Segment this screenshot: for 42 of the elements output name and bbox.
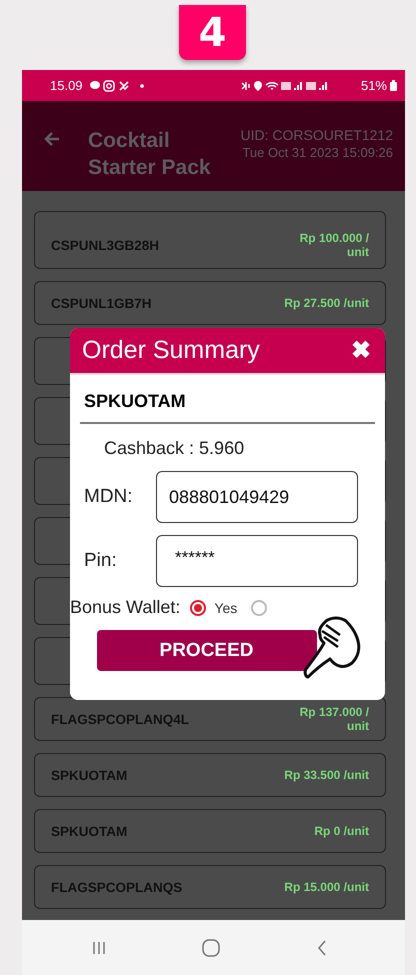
step-badge: 4 — [179, 5, 246, 60]
date-time: Tue Oct 31 2023 15:09:26 — [241, 144, 393, 161]
product-card[interactable]: FLAGSPCOPLANQS Rp 15.000 /unit — [34, 865, 386, 909]
product-price: Rp 33.500 /unit — [284, 768, 369, 782]
product-name: CSPUNL1GB7H — [51, 296, 152, 310]
input-field[interactable]: ****** — [156, 535, 358, 587]
product-name: FLAGSPCOPLANQS — [51, 880, 182, 894]
radio-button[interactable] — [190, 600, 206, 616]
product-card[interactable]: CSPUNL1GB7H Rp 27.500 /unit — [34, 281, 386, 325]
proceed-button[interactable]: PROCEED — [96, 630, 316, 671]
product-price: Rp 27.500 /unit — [284, 296, 369, 310]
input-field[interactable]: 088801049429 — [156, 471, 358, 523]
product-name: SPKUOTAM — [51, 824, 128, 838]
product-name: SPKUOTAM — [80, 375, 375, 424]
close-button[interactable]: ✖ — [351, 336, 371, 365]
back-arrow-icon[interactable] — [44, 131, 60, 147]
dialog-title: Order Summary — [82, 336, 260, 365]
product-name: SPKUOTAM — [51, 768, 128, 782]
product-price: Rp 15.000 /unit — [284, 880, 369, 894]
product-name: CSPUNL3GB28H — [51, 238, 160, 252]
radio-label: Yes — [214, 600, 238, 616]
home-icon[interactable] — [202, 938, 220, 956]
battery-icon — [390, 80, 397, 91]
status-time: 15.09 — [50, 78, 83, 93]
back-icon[interactable] — [316, 940, 327, 956]
product-card[interactable]: SPKUOTAM Rp 33.500 /unit — [34, 753, 386, 797]
field-label: Pin: — [83, 550, 118, 572]
product-card[interactable]: SPKUOTAM Rp 0 /unit — [34, 809, 386, 853]
product-price: Rp 137.000 / unit — [300, 705, 369, 733]
screen-title: Cocktail Starter Pack — [88, 128, 212, 181]
product-card[interactable]: CSPUNL3GB28H Rp 100.000 / unit — [34, 211, 386, 269]
product-price: Rp 0 /unit — [314, 824, 369, 838]
radio-button[interactable] — [251, 600, 268, 616]
product-price: Rp 100.000 / unit — [300, 231, 369, 259]
battery-percent: 51% — [360, 78, 387, 93]
bonus-wallet-label: Bonus Wallet: — [70, 597, 180, 618]
cashback-text: Cashback : 5.960 — [104, 438, 244, 459]
user-id: UID: CORSOURET1212 — [240, 127, 393, 144]
notification-icons — [88, 80, 147, 92]
field-label: MDN: — [83, 486, 134, 508]
recent-apps-icon[interactable] — [92, 940, 106, 954]
product-name: FLAGSPCOPLANQ4L — [51, 712, 190, 726]
